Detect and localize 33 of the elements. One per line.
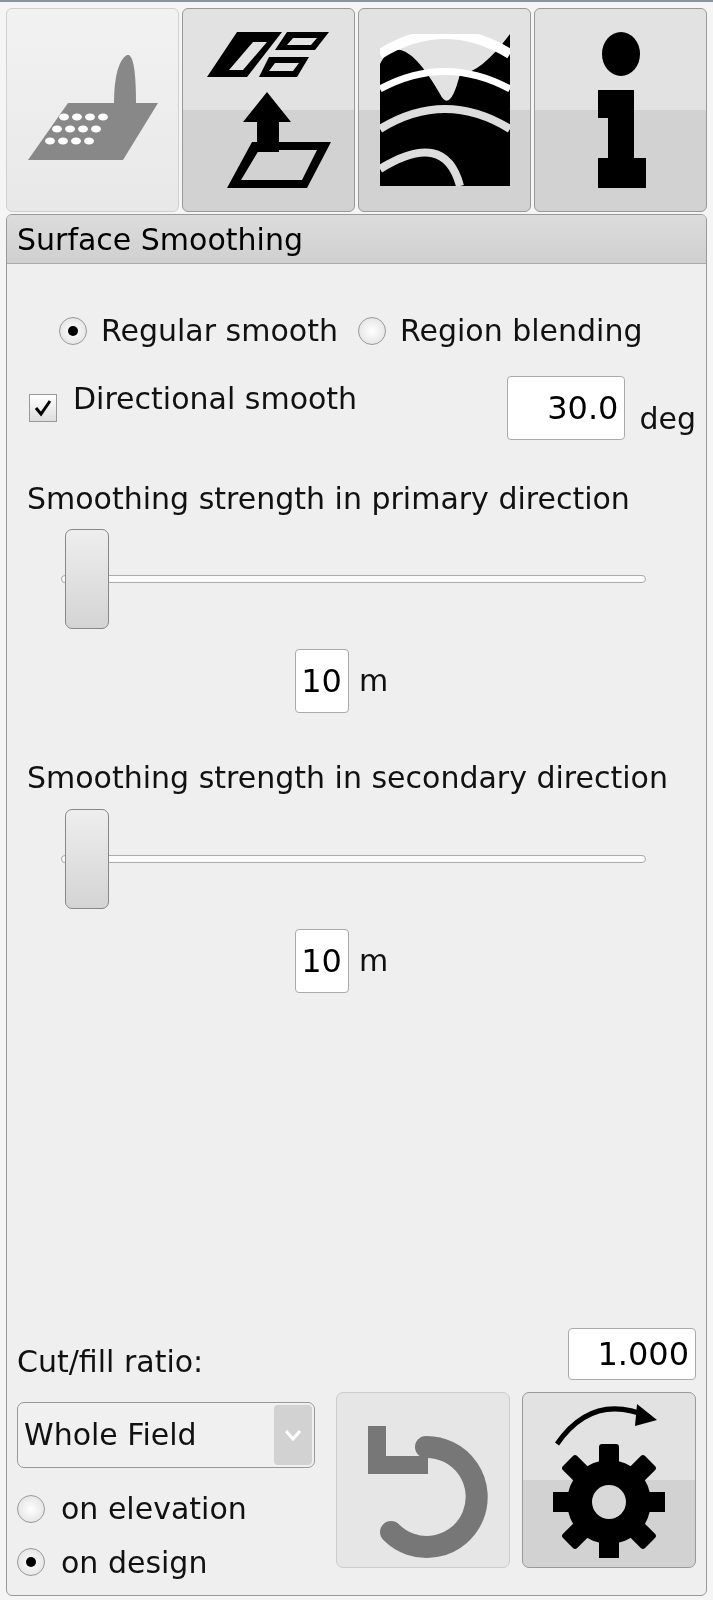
check-icon <box>34 398 52 417</box>
terrain-layers-icon <box>379 34 510 186</box>
slider-label: Smoothing strength in primary direction <box>26 479 631 517</box>
radio-button[interactable] <box>17 1548 45 1577</box>
checkbox[interactable] <box>29 393 57 422</box>
strength-field[interactable]: 10 <box>294 928 349 993</box>
slider-thumb[interactable] <box>65 529 109 629</box>
radio-button[interactable] <box>17 1494 45 1523</box>
strength-field[interactable]: 10 <box>294 649 349 713</box>
unit-label: m <box>358 662 389 700</box>
radio-label: on design <box>61 1543 208 1581</box>
cut-fill-label: Cut/fill ratio: <box>17 1342 204 1380</box>
radio-button[interactable] <box>357 316 386 345</box>
ratio-field[interactable]: 1.000 <box>568 1328 696 1380</box>
radio-label: Regular smooth <box>101 312 338 350</box>
toolbar-tab[interactable] <box>534 8 707 212</box>
chevron-icon <box>284 1429 302 1441</box>
checkbox-label: Directional smooth <box>73 379 358 417</box>
panel-title: Surface Smoothing <box>7 215 706 264</box>
unit-label: m <box>358 941 389 980</box>
radio-label: Region blending <box>399 312 643 350</box>
slider-label: Smoothing strength in secondary direction <box>26 759 669 797</box>
angle-field[interactable]: 30.0 <box>507 375 626 440</box>
gear-rotate-icon <box>553 1402 665 1558</box>
area-dropdown[interactable]: Whole Field <box>17 1402 315 1468</box>
radio-label: on elevation <box>61 1490 247 1528</box>
toolbar-tab[interactable] <box>182 8 355 212</box>
unit-label: deg <box>639 399 696 438</box>
radio-button[interactable] <box>59 316 87 345</box>
apply-button[interactable] <box>522 1392 696 1568</box>
slider-thumb[interactable] <box>65 808 109 909</box>
upload-layers-icon <box>206 32 331 188</box>
toolbar-tab[interactable] <box>358 8 531 212</box>
